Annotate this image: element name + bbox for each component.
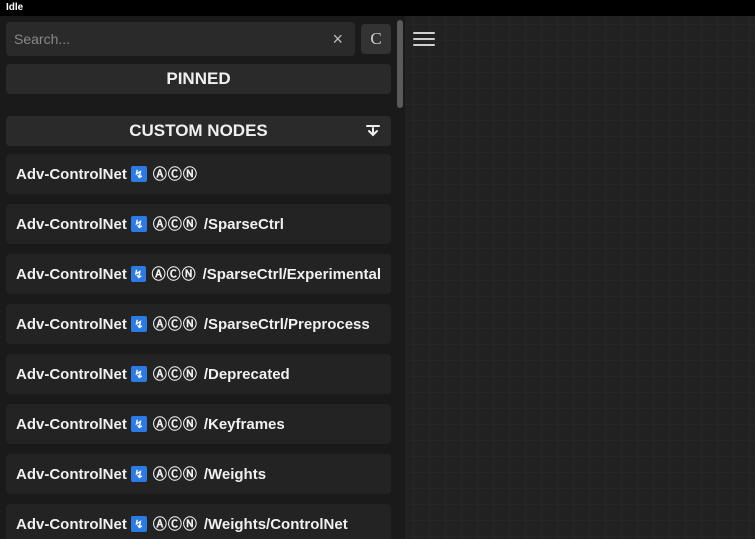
pinned-header[interactable]: PINNED <box>6 64 391 94</box>
side-panel: × C PINNED CUSTOM NODES Adv-ControlNet ↯… <box>0 16 395 539</box>
acn-tag: ⒶⒸⓃ <box>153 364 198 384</box>
acn-tag: ⒶⒸⓃ <box>153 464 198 484</box>
acn-tag: ⒶⒸⓃ <box>153 214 198 234</box>
node-item-suffix: /SparseCtrl/Preprocess <box>204 316 370 333</box>
node-item[interactable]: Adv-ControlNet ↯ ⒶⒸⓃ <box>6 154 391 194</box>
hamburger-menu-icon[interactable] <box>413 28 435 50</box>
node-item-suffix: /Weights/ControlNet <box>204 516 348 533</box>
window-titlebar: Idle <box>0 0 755 16</box>
node-item-prefix: Adv-ControlNet <box>16 516 127 533</box>
runner-icon: ↯ <box>131 416 147 432</box>
node-item-suffix: /SparseCtrl/Experimental <box>203 266 381 283</box>
runner-icon: ↯ <box>131 316 147 332</box>
node-item-prefix: Adv-ControlNet <box>16 216 127 233</box>
panel-resize-handle[interactable] <box>395 16 405 539</box>
custom-nodes-header[interactable]: CUSTOM NODES <box>6 116 391 146</box>
node-item[interactable]: Adv-ControlNet ↯ ⒶⒸⓃ /SparseCtrl/Preproce… <box>6 304 391 344</box>
node-item-suffix: /Weights <box>204 466 266 483</box>
canvas[interactable] <box>405 16 755 539</box>
runner-icon: ↯ <box>131 466 147 482</box>
acn-tag: ⒶⒸⓃ <box>153 514 198 534</box>
node-item[interactable]: Adv-ControlNet ↯ ⒶⒸⓃ /Weights <box>6 454 391 494</box>
search-box[interactable]: × <box>6 22 355 56</box>
window-title: Idle <box>6 2 23 13</box>
node-item-prefix: Adv-ControlNet <box>16 166 127 183</box>
runner-icon: ↯ <box>131 166 147 182</box>
custom-nodes-header-label: CUSTOM NODES <box>129 121 268 141</box>
clear-search-icon[interactable]: × <box>328 29 347 50</box>
search-input[interactable] <box>14 31 328 47</box>
runner-icon: ↯ <box>131 266 146 282</box>
pinned-header-label: PINNED <box>166 69 230 89</box>
node-item-prefix: Adv-ControlNet <box>16 366 127 383</box>
acn-tag: ⒶⒸⓃ <box>153 314 198 334</box>
runner-icon: ↯ <box>131 366 147 382</box>
runner-icon: ↯ <box>131 216 147 232</box>
node-item[interactable]: Adv-ControlNet ↯ ⒶⒸⓃ /Weights/ControlNet <box>6 504 391 539</box>
acn-tag: ⒶⒸⓃ <box>153 164 198 184</box>
runner-icon: ↯ <box>131 516 147 532</box>
node-item-suffix: /SparseCtrl <box>204 216 284 233</box>
c-button[interactable]: C <box>361 24 391 54</box>
node-item-prefix: Adv-ControlNet <box>16 416 127 433</box>
node-item-suffix: /Keyframes <box>204 416 285 433</box>
c-button-label: C <box>370 29 381 49</box>
collapse-icon[interactable] <box>365 123 381 139</box>
node-item-prefix: Adv-ControlNet <box>16 266 127 283</box>
node-item-suffix: /Deprecated <box>204 366 290 383</box>
nodes-list[interactable]: Adv-ControlNet ↯ ⒶⒸⓃAdv-ControlNet ↯ ⒶⒸⓃ… <box>6 154 395 539</box>
node-item-prefix: Adv-ControlNet <box>16 466 127 483</box>
acn-tag: ⒶⒸⓃ <box>152 264 197 284</box>
node-item[interactable]: Adv-ControlNet ↯ ⒶⒸⓃ /Keyframes <box>6 404 391 444</box>
acn-tag: ⒶⒸⓃ <box>153 414 198 434</box>
node-item[interactable]: Adv-ControlNet ↯ ⒶⒸⓃ /SparseCtrl/Experime… <box>6 254 391 294</box>
node-item[interactable]: Adv-ControlNet ↯ ⒶⒸⓃ /Deprecated <box>6 354 391 394</box>
node-item-prefix: Adv-ControlNet <box>16 316 127 333</box>
node-item[interactable]: Adv-ControlNet ↯ ⒶⒸⓃ /SparseCtrl <box>6 204 391 244</box>
